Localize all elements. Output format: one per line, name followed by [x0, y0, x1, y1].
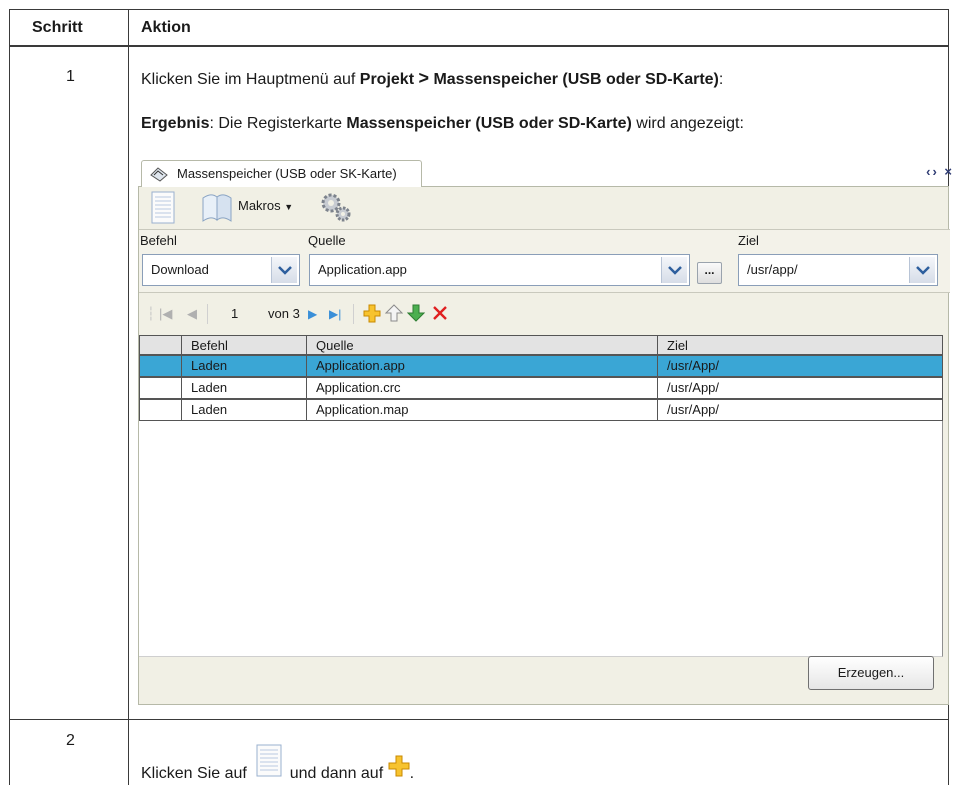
- row-divider: [10, 46, 948, 47]
- source-select[interactable]: Application.app: [309, 254, 690, 286]
- panel-body: Makros ▼ Befehl Download Quelle Applicat…: [138, 186, 950, 705]
- target-label: Ziel: [738, 233, 759, 248]
- target-value: /usr/app/: [747, 262, 798, 277]
- grid-col-command: Befehl: [181, 336, 306, 354]
- last-page-icon[interactable]: ▶|: [329, 304, 341, 324]
- arrow-down-icon[interactable]: [406, 303, 426, 323]
- command-form: Befehl Download Quelle Application.app .…: [139, 229, 950, 293]
- row-command: Laden: [181, 356, 306, 376]
- separator: [353, 304, 354, 324]
- command-select[interactable]: Download: [142, 254, 300, 286]
- command-label: Befehl: [140, 233, 177, 248]
- row-source: Application.crc: [306, 378, 657, 398]
- script-page-button[interactable]: [150, 191, 176, 225]
- row-selector[interactable]: [140, 400, 181, 420]
- browse-button[interactable]: ...: [697, 262, 722, 284]
- step-number-1: 1: [66, 68, 75, 85]
- row-target: /usr/App/: [657, 378, 942, 398]
- grid-header: Befehl Quelle Ziel: [139, 335, 943, 355]
- row-source: Application.app: [306, 356, 657, 376]
- column-divider: [128, 10, 129, 785]
- step2-text-b: und dann auf: [285, 765, 388, 782]
- previous-page-icon[interactable]: ◀: [187, 304, 197, 324]
- toolbar: Makros ▼: [139, 187, 948, 229]
- menu-project: Projekt: [359, 71, 415, 88]
- row-divider: [10, 719, 948, 720]
- header-step: Schritt: [32, 19, 83, 36]
- table-row[interactable]: Laden Application.map /usr/App/: [139, 399, 943, 421]
- row-navigator: ┆ |◀ ◀ 1 von 3 ▶ ▶|: [139, 301, 950, 327]
- table-row[interactable]: Laden Application.app /usr/App/: [139, 355, 943, 377]
- grid-col-target: Ziel: [657, 336, 942, 354]
- script-page-icon: [251, 744, 285, 783]
- result-label: Ergebnis: [141, 115, 210, 132]
- step2-text-c: .: [409, 765, 415, 782]
- settings-gears-button[interactable]: [317, 191, 357, 225]
- open-script-button[interactable]: [199, 191, 235, 225]
- add-icon[interactable]: [363, 303, 381, 323]
- result-text: : Die Registerkarte: [209, 115, 347, 132]
- add-icon: [388, 754, 410, 783]
- row-selector-header: [140, 336, 181, 354]
- mass-storage-icon: [149, 166, 169, 183]
- tab-title: Massenspeicher (USB oder SK-Karte): [177, 166, 397, 181]
- next-page-icon[interactable]: ▶: [308, 304, 317, 324]
- chevron-down-icon: ▼: [284, 202, 294, 212]
- delete-icon[interactable]: [431, 303, 449, 323]
- row-command: Laden: [181, 400, 306, 420]
- source-label: Quelle: [308, 233, 346, 248]
- result-tab-name: Massenspeicher (USB oder SD-Karte): [346, 115, 632, 132]
- table-row[interactable]: Laden Application.crc /usr/App/: [139, 377, 943, 399]
- page-count: von 3: [268, 306, 300, 321]
- step-number-2: 2: [66, 732, 75, 749]
- mass-storage-screenshot: Massenspeicher (USB oder SK-Karte) ‹› × …: [131, 159, 954, 705]
- source-value: Application.app: [318, 262, 407, 277]
- page-input[interactable]: 1: [223, 304, 267, 324]
- grip-icon: ┆: [147, 306, 155, 321]
- chevron-down-icon: [909, 257, 935, 283]
- result-suffix: wird angezeigt:: [631, 115, 744, 132]
- grid-col-source: Quelle: [306, 336, 657, 354]
- first-page-icon[interactable]: |◀: [159, 304, 172, 324]
- header-action: Aktion: [141, 19, 191, 36]
- generate-button[interactable]: Erzeugen...: [808, 656, 934, 690]
- command-grid: Befehl Quelle Ziel Laden Application.app…: [139, 335, 943, 657]
- row-target: /usr/App/: [657, 356, 942, 376]
- chevron-down-icon: [661, 257, 687, 283]
- menu-mass-storage: Massenspeicher (USB oder SD-Karte): [433, 71, 719, 88]
- row-selector[interactable]: [140, 356, 181, 376]
- step1-text: Klicken Sie im Hauptmenü auf: [141, 71, 360, 88]
- step1-instruction: Klicken Sie im Hauptmenü auf Projekt > M…: [141, 68, 723, 89]
- chevron-down-icon: [271, 257, 297, 283]
- step2-text-a: Klicken Sie auf: [141, 765, 252, 782]
- step2-instruction: Klicken Sie auf und dann auf .: [141, 744, 414, 783]
- macros-label: Makros: [238, 198, 281, 213]
- row-source: Application.map: [306, 400, 657, 420]
- separator: [207, 304, 208, 324]
- target-select[interactable]: /usr/app/: [738, 254, 938, 286]
- arrow-up-icon[interactable]: [384, 303, 404, 323]
- step1-colon: :: [718, 71, 724, 88]
- step1-result: Ergebnis: Die Registerkarte Massenspeich…: [141, 115, 744, 133]
- command-value: Download: [151, 262, 209, 277]
- row-selector[interactable]: [140, 378, 181, 398]
- tab-controls[interactable]: ‹› ×: [926, 164, 954, 179]
- menu-arrow: >: [418, 68, 429, 88]
- row-command: Laden: [181, 378, 306, 398]
- macros-button[interactable]: Makros ▼: [238, 198, 293, 232]
- row-target: /usr/App/: [657, 400, 942, 420]
- tab-mass-storage[interactable]: Massenspeicher (USB oder SK-Karte): [141, 160, 422, 187]
